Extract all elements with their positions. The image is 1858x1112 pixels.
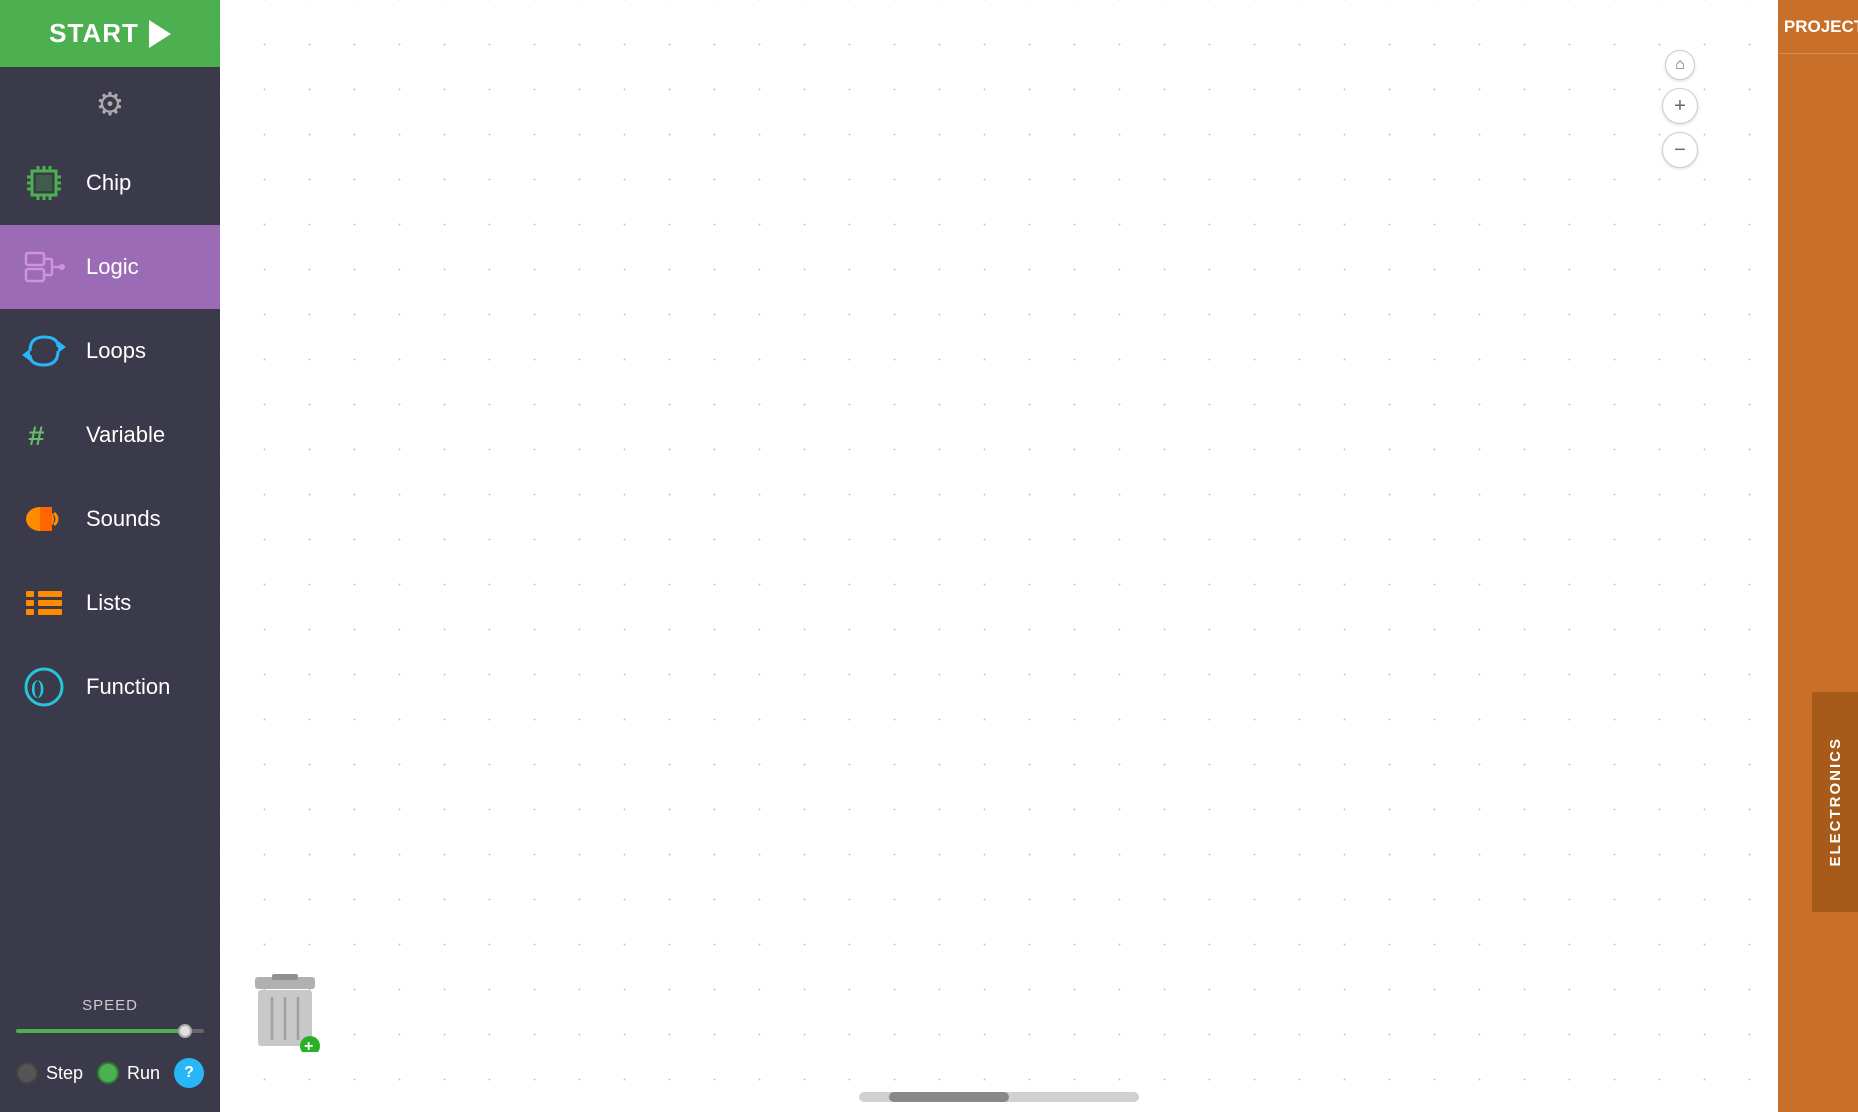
run-toggle[interactable]: Run bbox=[97, 1062, 160, 1084]
projects-label: PROJECTS bbox=[1784, 17, 1858, 37]
step-toggle[interactable]: Step bbox=[16, 1062, 83, 1084]
logic-icon bbox=[20, 243, 68, 291]
sidebar-item-loops[interactable]: Loops bbox=[0, 309, 220, 393]
speed-slider[interactable] bbox=[16, 1022, 204, 1040]
projects-button[interactable]: ◀ PROJECTS bbox=[1778, 0, 1858, 54]
function-icon: () bbox=[20, 663, 68, 711]
start-button[interactable]: START bbox=[0, 0, 220, 67]
sounds-icon bbox=[20, 495, 68, 543]
variable-label: Variable bbox=[86, 422, 165, 448]
svg-text:(): () bbox=[31, 677, 44, 699]
help-button[interactable]: ? bbox=[174, 1058, 204, 1088]
minus-icon: − bbox=[1674, 139, 1686, 162]
sidebar-item-lists[interactable]: Lists bbox=[0, 561, 220, 645]
step-dot bbox=[16, 1062, 38, 1084]
run-dot bbox=[97, 1062, 119, 1084]
step-label: Step bbox=[46, 1063, 83, 1084]
run-label: Run bbox=[127, 1063, 160, 1084]
svg-text:+: + bbox=[304, 1038, 313, 1052]
speaker-icon: ◀ bbox=[1760, 14, 1775, 39]
sidebar-item-variable[interactable]: # Variable bbox=[0, 393, 220, 477]
bottom-controls: SPEED Step Run ? bbox=[0, 979, 220, 1112]
zoom-controls: ⌂ + − bbox=[1662, 50, 1698, 168]
home-icon: ⌂ bbox=[1675, 56, 1685, 74]
horizontal-scrollbar[interactable] bbox=[859, 1092, 1139, 1102]
sidebar-item-chip[interactable]: Chip bbox=[0, 141, 220, 225]
electronics-tab[interactable]: ELECTRONICS bbox=[1812, 692, 1858, 912]
gear-icon: ⚙ bbox=[96, 85, 125, 123]
zoom-home-button[interactable]: ⌂ bbox=[1665, 50, 1695, 80]
zoom-out-button[interactable]: − bbox=[1662, 132, 1698, 168]
play-icon bbox=[149, 20, 171, 48]
settings-button[interactable]: ⚙ bbox=[0, 67, 220, 141]
run-controls: Step Run ? bbox=[16, 1058, 204, 1088]
loops-label: Loops bbox=[86, 338, 146, 364]
zoom-in-button[interactable]: + bbox=[1662, 88, 1698, 124]
start-label: START bbox=[49, 18, 139, 49]
sidebar-item-logic[interactable]: Logic bbox=[0, 225, 220, 309]
sidebar-item-function[interactable]: () Function bbox=[0, 645, 220, 729]
svg-text:#: # bbox=[28, 423, 45, 454]
speed-label: SPEED bbox=[16, 997, 204, 1014]
main-canvas[interactable]: ⌂ + − + bbox=[220, 0, 1778, 1112]
electronics-label: ELECTRONICS bbox=[1819, 717, 1852, 887]
dot-grid-background bbox=[220, 0, 1778, 1112]
lists-icon bbox=[20, 579, 68, 627]
loops-icon bbox=[20, 327, 68, 375]
sounds-label: Sounds bbox=[86, 506, 161, 532]
sidebar: START ⚙ Chip bbox=[0, 0, 220, 1112]
sidebar-item-sounds[interactable]: Sounds bbox=[0, 477, 220, 561]
lists-label: Lists bbox=[86, 590, 131, 616]
plus-icon: + bbox=[1674, 95, 1686, 118]
chip-label: Chip bbox=[86, 170, 131, 196]
function-label: Function bbox=[86, 674, 170, 700]
right-panel: ◀ PROJECTS ELECTRONICS bbox=[1778, 0, 1858, 1112]
help-icon: ? bbox=[184, 1064, 194, 1082]
chip-icon bbox=[20, 159, 68, 207]
trash-icon: + bbox=[250, 972, 320, 1052]
variable-icon: # bbox=[20, 411, 68, 459]
trash-bin[interactable]: + bbox=[250, 972, 320, 1052]
logic-label: Logic bbox=[86, 254, 139, 280]
